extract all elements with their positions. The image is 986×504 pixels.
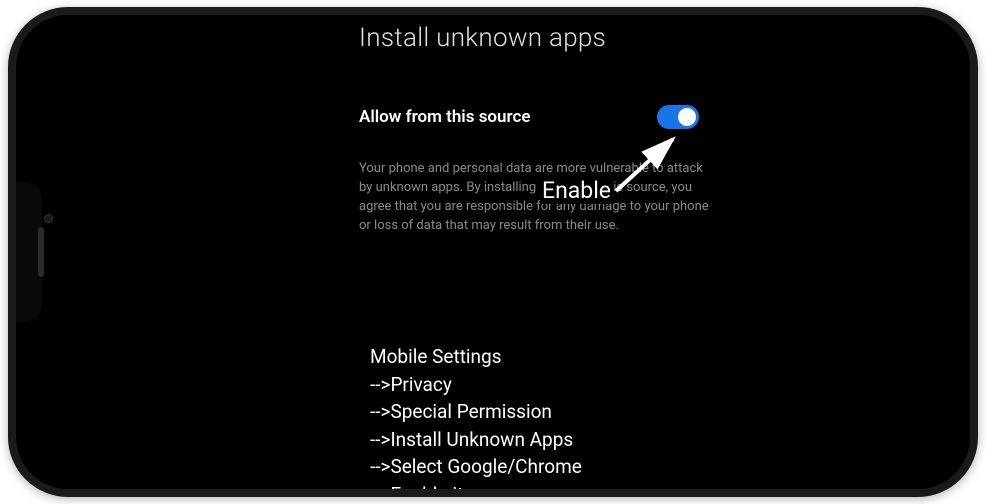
allow-source-setting[interactable]: Allow from this source [359,105,699,129]
instruction-step: -->Special Permission [370,398,582,426]
phone-earpiece [38,227,44,277]
phone-camera [44,214,53,223]
instruction-step: -->Privacy [370,371,582,399]
instruction-step: -->Enable It [370,481,582,497]
setting-description: Your phone and personal data are more vu… [359,160,709,235]
instruction-step: -->Install Unknown Apps [370,426,582,454]
enable-annotation-label: Enable [540,177,613,204]
instructions-heading: Mobile Settings [370,343,582,371]
instructions-block: Mobile Settings -->Privacy -->Special Pe… [370,343,582,497]
instruction-step: -->Select Google/Chrome [370,453,582,481]
toggle-knob [678,108,696,126]
setting-label: Allow from this source [359,107,531,127]
phone-screen: Install unknown apps Allow from this sou… [56,15,930,489]
allow-source-toggle[interactable] [657,105,699,129]
page-title: Install unknown apps [56,15,930,53]
phone-frame: Install unknown apps Allow from this sou… [8,7,978,497]
